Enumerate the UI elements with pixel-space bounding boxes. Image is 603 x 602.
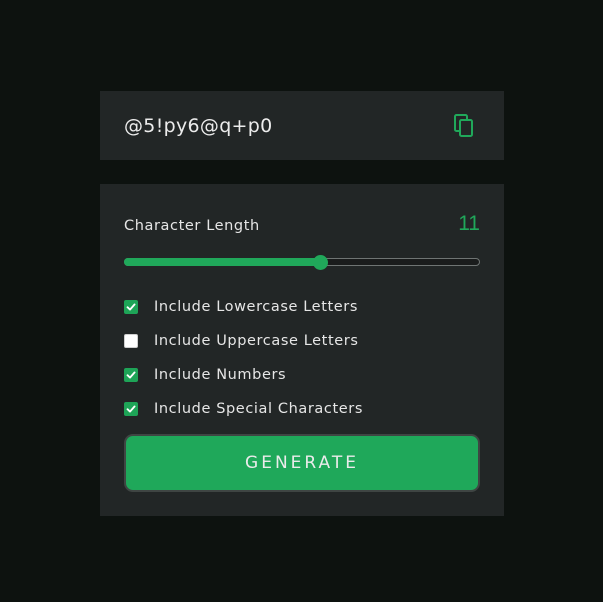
slider-thumb[interactable] — [312, 255, 328, 270]
numbers-checkbox[interactable] — [124, 368, 138, 382]
settings-panel: Character Length 11 Include Lowercase Le… — [100, 184, 504, 516]
options-list: Include Lowercase Letters Include Upperc… — [124, 290, 363, 426]
character-length-row: Character Length 11 — [124, 212, 480, 236]
lowercase-checkbox[interactable] — [124, 300, 138, 314]
numbers-label: Include Numbers — [154, 367, 287, 383]
character-length-label: Character Length — [124, 218, 260, 234]
uppercase-checkbox[interactable] — [124, 334, 138, 348]
slider-fill — [124, 258, 320, 266]
copy-button[interactable] — [452, 113, 476, 139]
checkmark-icon — [126, 371, 136, 379]
option-numbers[interactable]: Include Numbers — [124, 358, 363, 392]
copy-icon — [454, 113, 473, 137]
uppercase-label: Include Uppercase Letters — [154, 333, 359, 349]
checkmark-icon — [126, 303, 136, 311]
option-lowercase[interactable]: Include Lowercase Letters — [124, 290, 363, 324]
checkmark-icon — [126, 405, 136, 413]
character-length-slider[interactable] — [124, 255, 480, 270]
password-output-box: @5!py6@q+p0 — [100, 91, 504, 160]
special-checkbox[interactable] — [124, 402, 138, 416]
lowercase-label: Include Lowercase Letters — [154, 299, 359, 315]
option-special[interactable]: Include Special Characters — [124, 392, 363, 426]
character-length-value: 11 — [458, 212, 480, 235]
password-display: @5!py6@q+p0 — [124, 114, 273, 137]
option-uppercase[interactable]: Include Uppercase Letters — [124, 324, 363, 358]
special-label: Include Special Characters — [154, 401, 363, 417]
generate-button[interactable]: GENERATE — [124, 434, 480, 492]
